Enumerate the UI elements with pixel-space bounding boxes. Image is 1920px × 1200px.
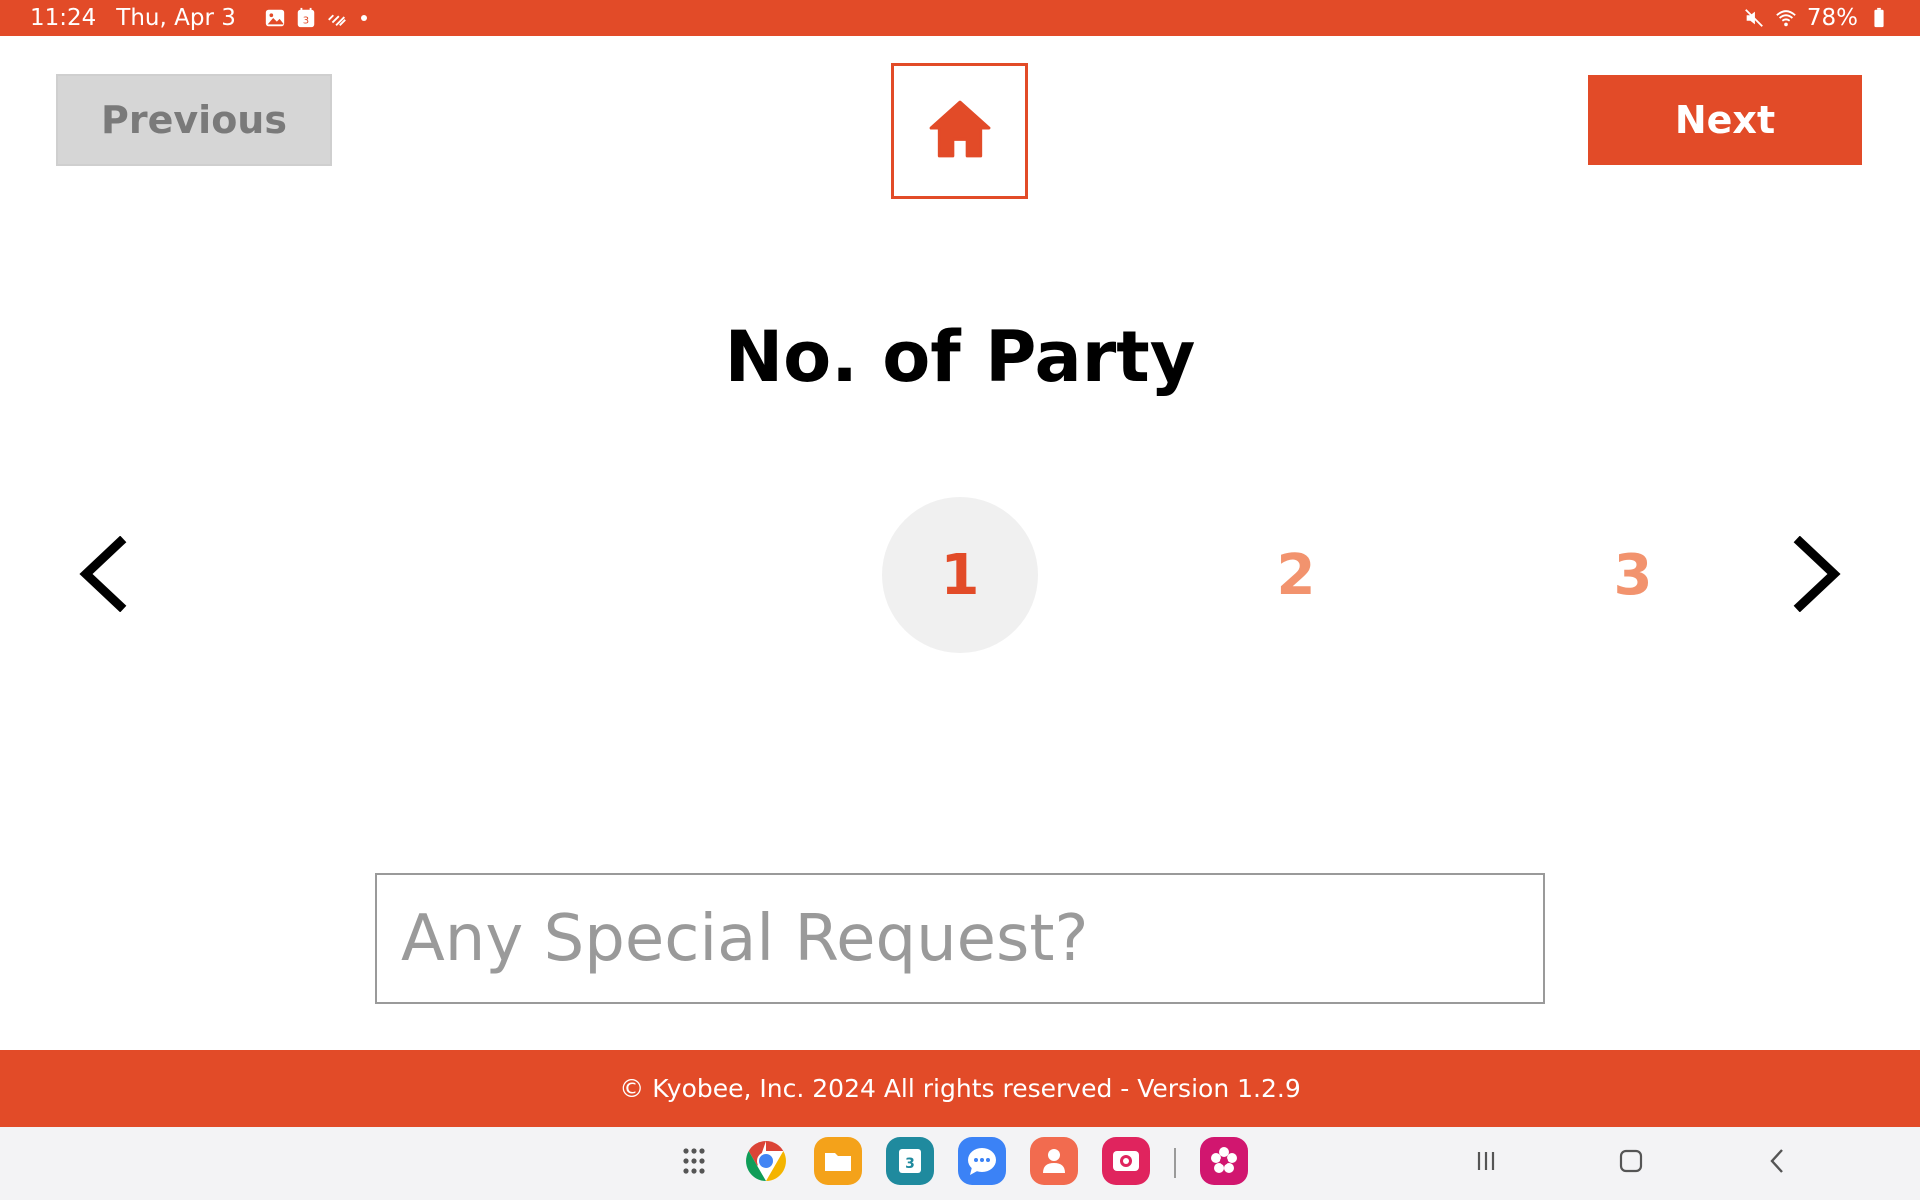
- dock-separator: [1174, 1148, 1176, 1178]
- my-files-app[interactable]: [814, 1136, 862, 1190]
- wifi-icon: [1775, 7, 1797, 29]
- party-option-2[interactable]: 2: [1218, 497, 1374, 653]
- previous-options-arrow[interactable]: [72, 535, 132, 617]
- person-icon: [1030, 1136, 1078, 1190]
- square-home-icon: [1615, 1145, 1647, 1182]
- status-time: 11:24: [30, 5, 97, 31]
- calendar-app[interactable]: 3: [886, 1136, 934, 1190]
- gallery-icon: [264, 7, 286, 29]
- back-icon: [1762, 1145, 1794, 1182]
- app-grid-icon: [670, 1137, 718, 1190]
- copyright-text: © Kyobee, Inc. 2024 All rights reserved …: [619, 1074, 1301, 1103]
- tidal-icon: [326, 7, 348, 29]
- battery-percent: 78%: [1806, 5, 1858, 31]
- status-left: 11:24 Thu, Apr 3 3: [30, 5, 367, 31]
- special-request-input[interactable]: [375, 873, 1545, 1004]
- next-options-arrow[interactable]: [1788, 535, 1848, 617]
- next-button[interactable]: Next: [1588, 75, 1862, 165]
- folder-icon: [814, 1136, 862, 1190]
- recents-icon: [1470, 1145, 1502, 1182]
- svg-text:3: 3: [303, 16, 309, 27]
- camera-icon: [1102, 1136, 1150, 1190]
- page-title: No. of Party: [724, 316, 1196, 398]
- flower-icon: [1200, 1136, 1248, 1190]
- status-date: Thu, Apr 3: [116, 5, 236, 31]
- app-drawer-button[interactable]: [670, 1139, 718, 1187]
- party-option-1[interactable]: 1: [882, 497, 1038, 653]
- messages-app[interactable]: [958, 1136, 1006, 1190]
- previous-button[interactable]: Previous: [56, 74, 332, 166]
- notification-icons: 3: [264, 7, 367, 29]
- status-bar: 11:24 Thu, Apr 3 3 78%: [0, 0, 1920, 36]
- home-button[interactable]: [891, 63, 1028, 199]
- status-right: 78%: [1743, 5, 1890, 31]
- party-option-3[interactable]: 3: [1555, 497, 1711, 653]
- battery-icon: [1868, 7, 1890, 29]
- more-notifications-dot: [360, 15, 367, 21]
- system-home-button[interactable]: [1609, 1141, 1653, 1185]
- contacts-app[interactable]: [1030, 1136, 1078, 1190]
- mute-icon: [1743, 7, 1765, 29]
- blossom-app[interactable]: [1200, 1136, 1248, 1190]
- recents-button[interactable]: [1464, 1141, 1508, 1185]
- calendar-app-icon: 3: [886, 1136, 934, 1190]
- footer: © Kyobee, Inc. 2024 All rights reserved …: [0, 1050, 1920, 1127]
- back-button[interactable]: [1756, 1141, 1800, 1185]
- calendar-icon: 3: [295, 7, 317, 29]
- navigation-bar: 3: [0, 1127, 1920, 1200]
- chat-bubble-icon: [958, 1136, 1006, 1190]
- calendar-app-day: 3: [905, 1156, 915, 1172]
- home-icon: [927, 96, 993, 167]
- chevron-right-icon: [1792, 535, 1844, 617]
- chrome-icon: [742, 1137, 790, 1190]
- app-dock: 3: [670, 1136, 1248, 1190]
- chrome-app[interactable]: [742, 1139, 790, 1187]
- chevron-left-icon: [76, 535, 128, 617]
- screen-recorder-app[interactable]: [1102, 1136, 1150, 1190]
